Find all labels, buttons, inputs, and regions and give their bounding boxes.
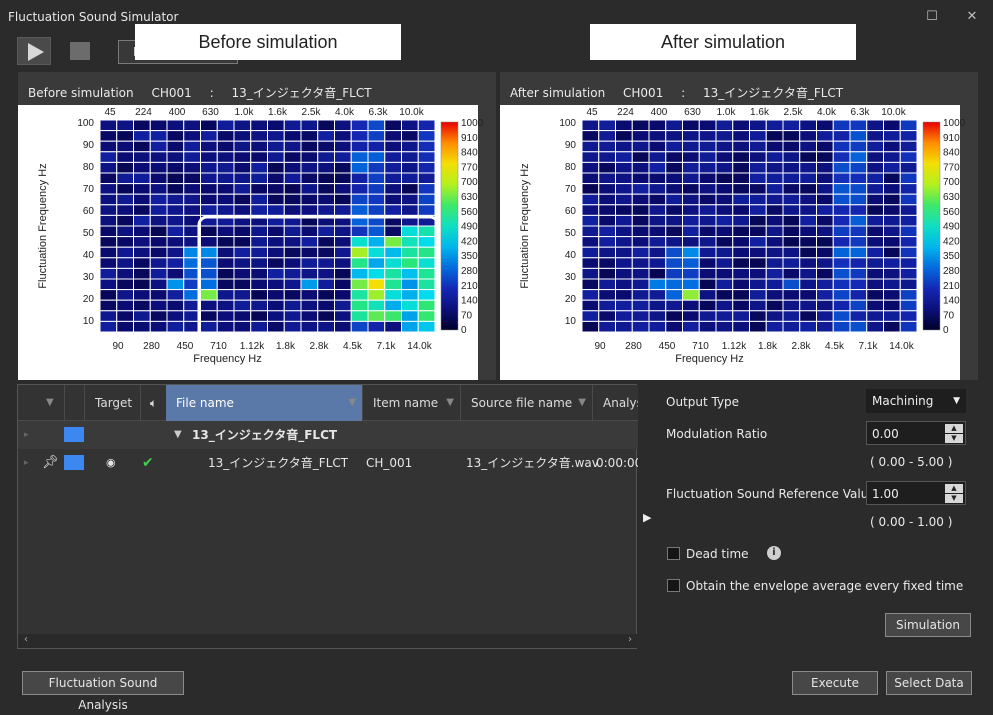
dead-time-checkbox[interactable] (667, 547, 680, 560)
radio-target[interactable]: ◉ (106, 449, 116, 477)
overlay-after-label: After simulation (590, 24, 856, 60)
settings-form: Output Type Machining ▼ Modulation Ratio… (660, 384, 980, 654)
after-panel-header: After simulation CH001 : 13_インジェクタ音_FLCT (510, 84, 857, 101)
filter-icon[interactable]: ▼ (578, 385, 586, 421)
color-swatch (64, 455, 84, 470)
stepper-down-icon[interactable]: ▼ (945, 494, 963, 503)
row-file-name: 13_インジェクタ音_FLCT (208, 456, 349, 470)
reference-value-value: 1.00 (872, 487, 899, 501)
column-source[interactable]: Source file name ▼ (460, 385, 592, 421)
stop-button[interactable] (70, 42, 90, 60)
color-swatch (64, 427, 84, 442)
filter-icon[interactable]: ▼ (446, 385, 454, 421)
reference-stepper[interactable]: ▲ ▼ (945, 484, 963, 503)
output-type-select[interactable]: Machining ▼ (866, 389, 966, 413)
stepper-down-icon[interactable]: ▼ (945, 434, 963, 443)
stepper-up-icon[interactable]: ▲ (945, 484, 963, 493)
overlay-before-label: Before simulation (135, 24, 401, 60)
expand-icon[interactable]: ▸ (24, 449, 29, 477)
filter-icon[interactable]: ▼ (46, 385, 64, 421)
group-name: 13_インジェクタ音_FLCT (192, 428, 338, 442)
panel-label: After simulation (510, 86, 606, 100)
panel-item: 13_インジェクタ音_FLCT (703, 86, 844, 100)
output-type-value: Machining (872, 394, 934, 408)
reference-range: ( 0.00 - 1.00 ) (870, 515, 953, 529)
maximize-icon[interactable]: ☐ (922, 8, 942, 26)
column-file-name-label: File name (176, 396, 234, 410)
envelope-checkbox[interactable] (667, 579, 680, 592)
collapse-icon[interactable]: ▼ (174, 421, 182, 449)
pin-icon[interactable]: 📌︎ (42, 449, 59, 477)
execute-button[interactable]: Execute (792, 671, 878, 695)
expand-icon[interactable]: ▸ (24, 421, 29, 449)
reference-value-input[interactable]: 1.00 ▲ ▼ (866, 481, 966, 505)
close-icon[interactable]: ✕ (962, 8, 982, 26)
row-analysis: 0:00:00. (596, 456, 638, 470)
expand-panel-icon[interactable]: ▶ (643, 511, 651, 524)
panel-sep: : (209, 86, 214, 100)
filter-icon[interactable]: ▼ (348, 385, 356, 421)
table-row[interactable]: ▸ 📌︎ ◉ ✔ 13_インジェクタ音_FLCT CH_001 13_インジェク… (18, 449, 638, 477)
column-target[interactable]: Target (84, 385, 140, 421)
modulation-range: ( 0.00 - 5.00 ) (870, 455, 953, 469)
panel-sep: : (681, 86, 686, 100)
play-button[interactable] (17, 37, 51, 65)
column-item-name-label: Item name (373, 396, 439, 410)
panel-channel: CH001 (623, 86, 664, 100)
modulation-ratio-value: 0.00 (872, 427, 899, 441)
reference-value-label: Fluctuation Sound Reference Value (666, 487, 876, 501)
panel-item: 13_インジェクタ音_FLCT (231, 86, 372, 100)
chevron-down-icon: ▼ (953, 396, 960, 406)
dead-time-label: Dead time (686, 547, 749, 561)
after-panel: After simulation CH001 : 13_インジェクタ音_FLCT (500, 72, 978, 380)
column-analysis[interactable]: Analys (592, 385, 638, 421)
play-icon (28, 43, 44, 61)
column-file-name[interactable]: File name ▼ (166, 385, 362, 421)
speaker-icon[interactable]: 🔈︎ (140, 385, 166, 421)
row-item-name: CH_001 (366, 456, 413, 470)
panel-label: Before simulation (28, 86, 134, 100)
column-pin (64, 385, 84, 421)
window-title: Fluctuation Sound Simulator (8, 10, 179, 24)
fluctuation-analysis-button[interactable]: Fluctuation Sound Analysis (22, 671, 184, 712)
row-source: 13_インジェクタ音.wav (466, 456, 599, 470)
file-table: ▼ Target 🔈︎ File name ▼ Item name ▼ Source… (17, 384, 638, 649)
modulation-ratio-input[interactable]: 0.00 ▲ ▼ (866, 421, 966, 445)
simulation-button[interactable]: Simulation (885, 613, 971, 637)
column-source-label: Source file name (471, 396, 573, 410)
info-icon[interactable]: i (767, 546, 781, 560)
before-panel-header: Before simulation CH001 : 13_インジェクタ音_FLC… (28, 84, 386, 101)
select-data-button[interactable]: Select Data (886, 671, 972, 695)
envelope-label: Obtain the envelope average every fixed … (686, 579, 964, 593)
stepper-up-icon[interactable]: ▲ (945, 424, 963, 433)
check-icon[interactable]: ✔ (142, 449, 154, 477)
horizontal-scrollbar[interactable]: ‹ › (18, 634, 638, 648)
modulation-ratio-label: Modulation Ratio (666, 427, 768, 441)
before-panel: Before simulation CH001 : 13_インジェクタ音_FLC… (18, 72, 496, 380)
group-row[interactable]: ▸ ▼ 13_インジェクタ音_FLCT (18, 421, 638, 449)
scroll-right-icon[interactable]: › (628, 634, 632, 645)
scroll-left-icon[interactable]: ‹ (24, 634, 28, 645)
table-header: ▼ Target 🔈︎ File name ▼ Item name ▼ Source… (18, 385, 638, 421)
modulation-stepper[interactable]: ▲ ▼ (945, 424, 963, 443)
column-item-name[interactable]: Item name ▼ (362, 385, 460, 421)
output-type-label: Output Type (666, 395, 740, 409)
panel-channel: CH001 (151, 86, 192, 100)
